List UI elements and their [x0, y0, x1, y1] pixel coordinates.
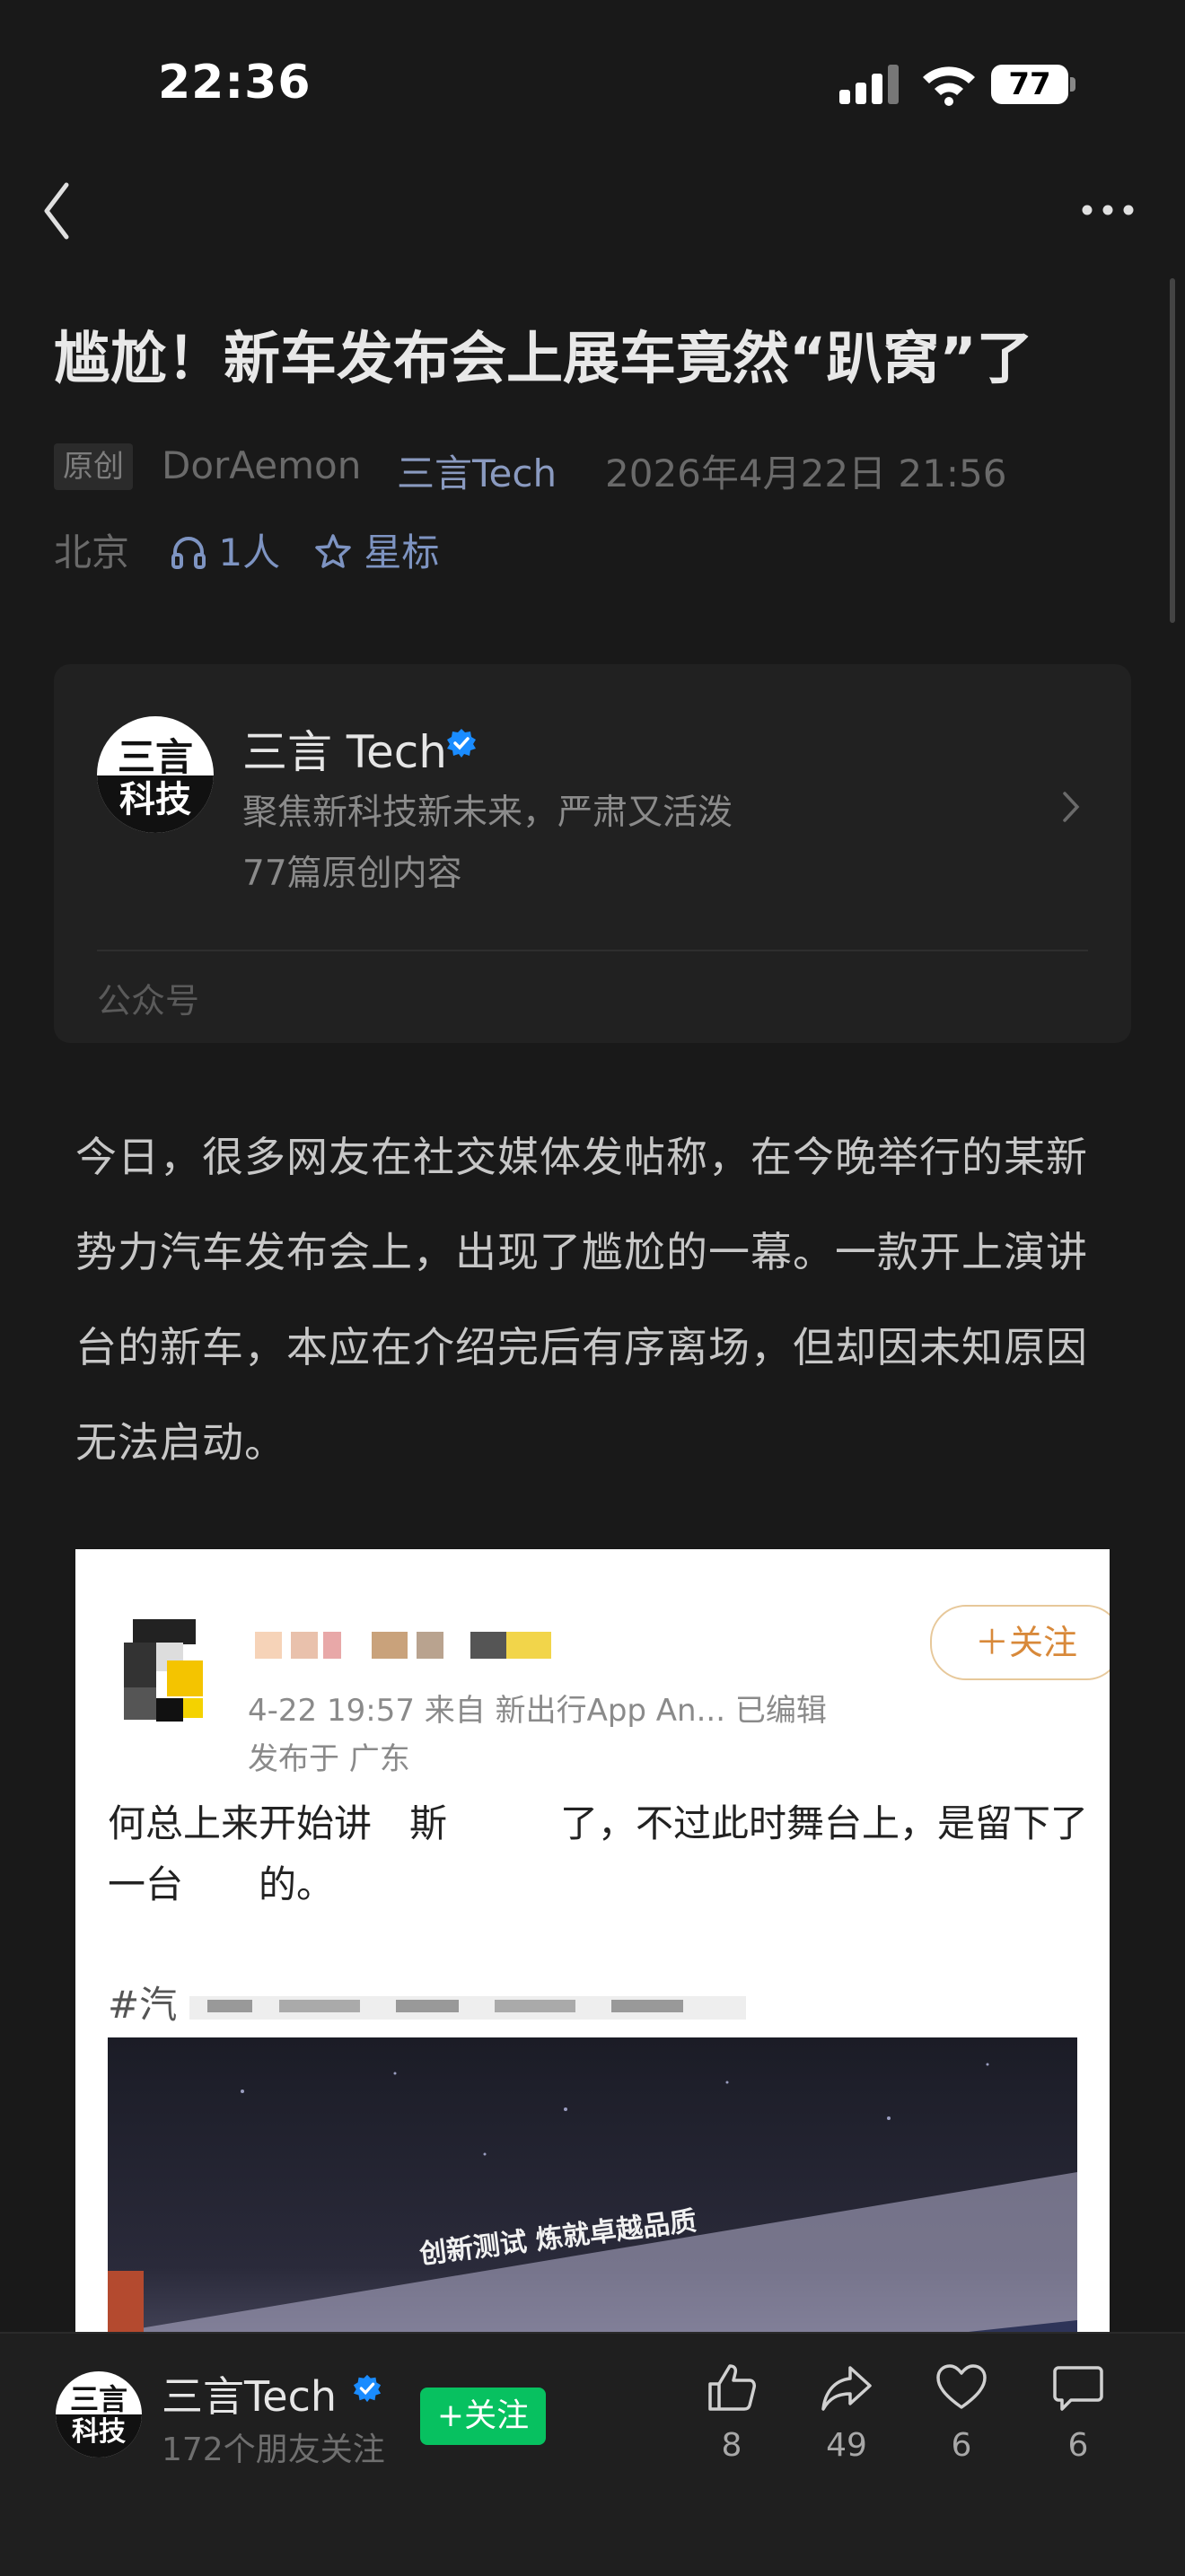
star-button[interactable]: 星标: [314, 522, 439, 577]
wifi-icon: [921, 63, 977, 110]
battery-indicator: 77: [991, 65, 1068, 104]
back-icon[interactable]: [40, 180, 75, 246]
share-icon: [821, 2366, 872, 2411]
embedded-post-text: 何总上来开始讲 斯 了，不过此时舞台上，是留下了一台 的。: [108, 1801, 1089, 1906]
blurred-avatar: [120, 1616, 214, 1722]
bottom-bar: 三言 科技 三言Tech 172个朋友关注 +关注 8 49 6 6: [0, 2332, 1185, 2576]
account-link[interactable]: 三言Tech: [397, 443, 557, 498]
embedded-follow-button: ＋关注: [930, 1605, 1110, 1680]
embedded-post-meta: 4-22 19:57 来自 新出行App An... 已编辑: [248, 1693, 827, 1729]
signal-icon: [839, 63, 904, 110]
star-icon: [315, 534, 351, 568]
embedded-hashtag-text: #汽: [108, 1983, 178, 2027]
embedded-post-location: 发布于 广东: [248, 1741, 410, 1777]
embedded-hashtag: #汽: [108, 1975, 746, 2029]
bottom-account-name[interactable]: 三言Tech: [162, 2364, 337, 2423]
author-name: DorAemon: [162, 443, 362, 487]
heart-icon: [936, 2364, 987, 2409]
verified-icon: [352, 2373, 382, 2407]
follow-button[interactable]: +关注: [420, 2388, 546, 2445]
battery-tip: [1070, 77, 1075, 92]
verified-icon: [445, 727, 478, 763]
comment-icon: [1053, 2366, 1103, 2411]
scrollbar[interactable]: [1170, 278, 1175, 623]
favorite-count: 6: [951, 2427, 972, 2464]
listen-count: 1人: [218, 530, 281, 574]
account-logo: 三言 科技: [97, 716, 214, 833]
comment-button[interactable]: 6: [1029, 2361, 1128, 2464]
account-type-label: 公众号: [97, 981, 200, 1021]
article-body: 今日，很多网友在社交媒体发帖称，在今晚举行的某新势力汽车发布会上，出现了尴尬的一…: [75, 1133, 1088, 1467]
location: 北京: [54, 530, 130, 574]
more-icon[interactable]: [1081, 203, 1135, 220]
hashtag-blur: [189, 1996, 746, 2020]
like-button[interactable]: 8: [682, 2361, 781, 2464]
chevron-right-icon: [1061, 790, 1081, 828]
original-tag: 原创: [54, 443, 133, 490]
publish-time: 2026年4月22日 21:56: [605, 451, 1007, 495]
headphones-icon: [171, 537, 206, 569]
follower-count: 172个朋友关注: [162, 2431, 385, 2468]
thumbs-up-icon: [708, 2364, 756, 2411]
status-time: 22:36: [158, 56, 312, 110]
account-name: 三言 Tech: [242, 726, 447, 778]
favorite-button[interactable]: 6: [912, 2361, 1011, 2464]
bottom-account-logo[interactable]: 三言 科技: [56, 2371, 142, 2458]
share-button[interactable]: 49: [797, 2361, 896, 2464]
like-count: 8: [721, 2427, 742, 2464]
account-card[interactable]: 三言 科技 三言 Tech 聚焦新科技新未来，严肃又活泼 77篇原创内容 公众号: [54, 664, 1131, 1043]
listen-button[interactable]: 1人: [171, 522, 280, 577]
account-description: 聚焦新科技新未来，严肃又活泼: [242, 793, 733, 833]
star-label: 星标: [364, 530, 440, 574]
article-count: 77篇原创内容: [242, 854, 462, 894]
card-divider: [97, 950, 1088, 951]
share-count: 49: [826, 2427, 867, 2464]
article-title: 尴尬！新车发布会上展车竟然“趴窝”了: [54, 326, 1033, 391]
comment-count: 6: [1067, 2427, 1089, 2464]
blurred-username: [255, 1628, 578, 1668]
